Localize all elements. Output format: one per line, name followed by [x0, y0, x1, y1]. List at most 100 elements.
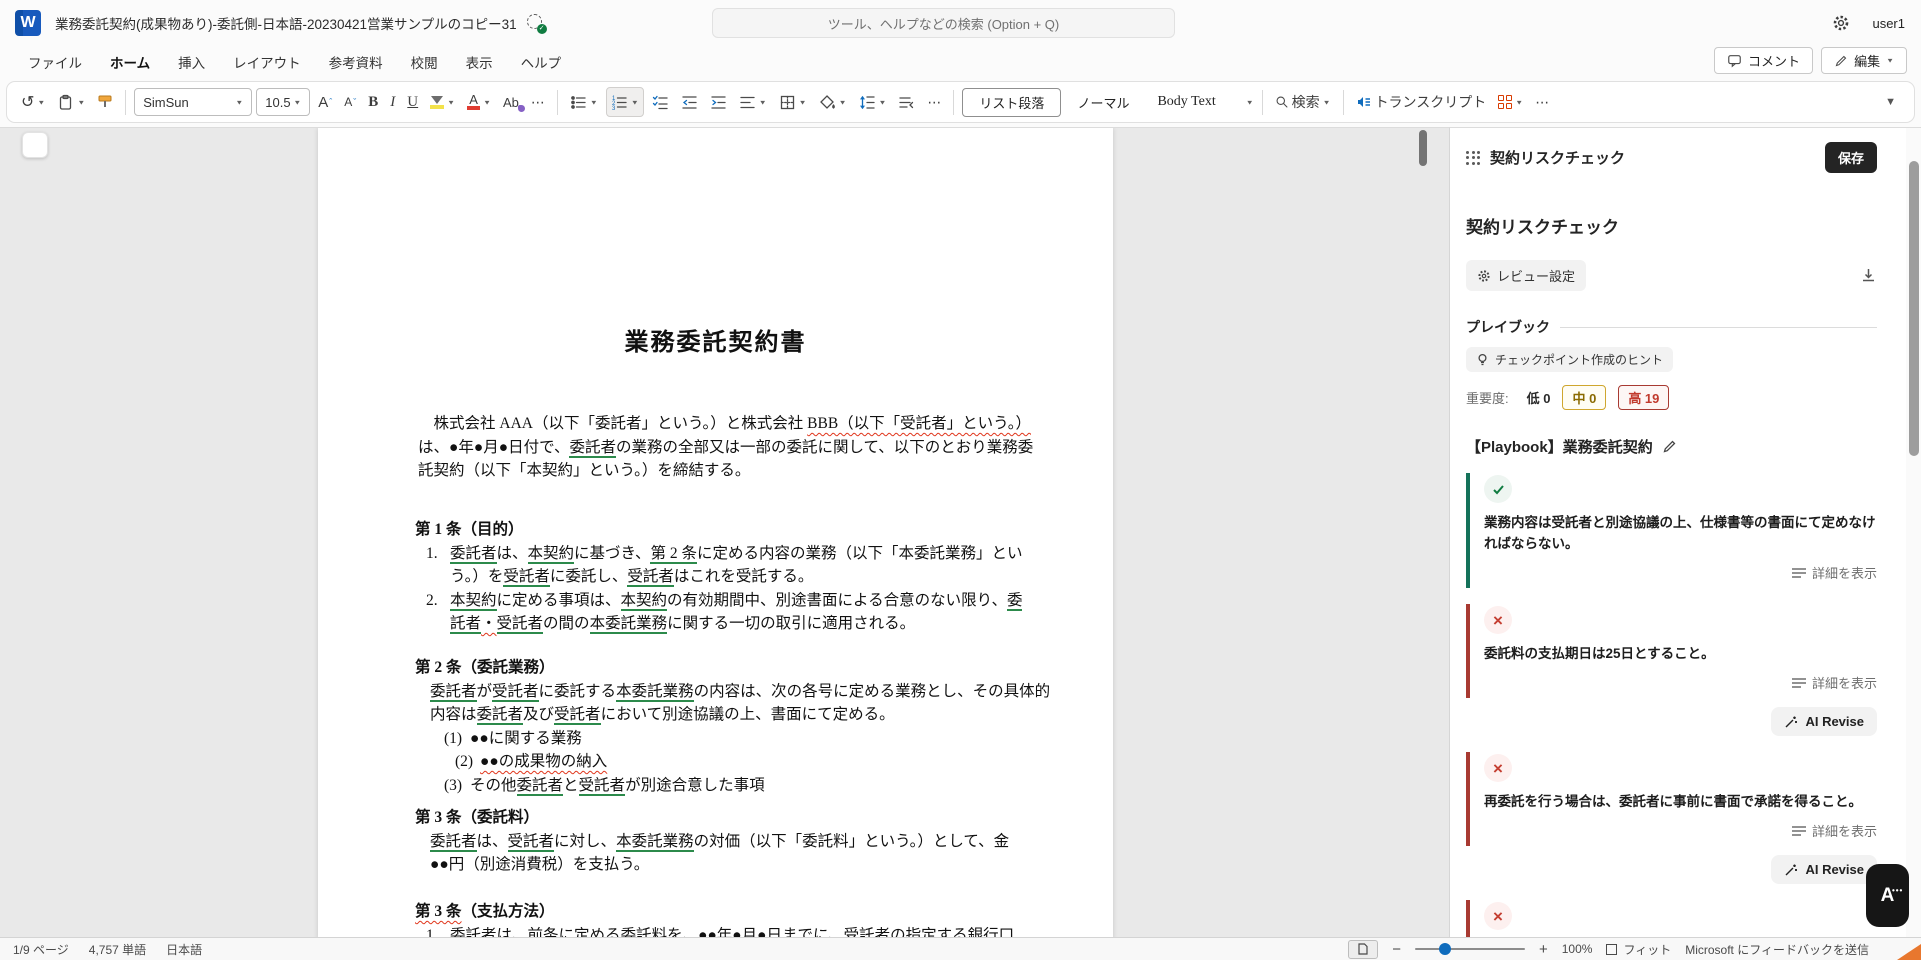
panel-header: 契約リスクチェック 保存 [1466, 142, 1877, 173]
lightbulb-icon [1476, 353, 1489, 366]
divider [1560, 327, 1877, 328]
zoom-slider[interactable] [1415, 948, 1525, 951]
settings-gear-icon[interactable] [1832, 14, 1850, 32]
doc-line: 託契約（以下「本契約」という。）を締結する。 [318, 459, 1113, 483]
bullet-list-button[interactable]: ▼ [566, 87, 602, 117]
ribbon-search-button[interactable]: 検索▼ [1271, 87, 1335, 117]
menu-item-ホーム[interactable]: ホーム [110, 52, 150, 72]
feedback-link[interactable]: Microsoft にフィードバックを送信 [1685, 941, 1869, 958]
numbered-list-icon: 1 2 3 [611, 94, 628, 111]
decrease-indent-icon [681, 94, 698, 111]
alignment-button[interactable]: ▼ [735, 87, 771, 117]
numbered-list-button[interactable]: 1 2 3 ▼ [606, 87, 644, 117]
user-name[interactable]: user1 [1872, 16, 1905, 31]
transcript-button[interactable]: トランスクリプト [1352, 87, 1491, 117]
checklist-button[interactable] [648, 87, 673, 117]
severity-high-count[interactable]: 高 19 [1618, 385, 1669, 410]
panel-scrollbar-thumb[interactable] [1909, 161, 1919, 456]
highlight-button[interactable]: ▼ [426, 87, 459, 117]
collapse-ribbon-chevron[interactable]: ▼ [1885, 96, 1896, 108]
checkpoint-item: × 業務内容は受託者と別途協議の上、仕様書等の書面にて定めなければならない。 詳… [1466, 473, 1877, 588]
ai-assistant-fab[interactable]: A••• [1866, 864, 1909, 927]
check-icon [1492, 483, 1505, 496]
italic-button[interactable]: I [386, 87, 399, 117]
zoom-in-button[interactable]: + [1539, 941, 1548, 958]
edit-mode-button[interactable]: 編集 ▼ [1821, 47, 1907, 74]
language-indicator[interactable]: 日本語 [166, 941, 202, 958]
document-title[interactable]: 業務委託契約(成果物あり)-委託側-日本語-20230421営業サンプルのコピー… [55, 13, 517, 33]
paste-button[interactable]: ▼ [53, 87, 89, 117]
document-page[interactable]: 業務委託契約書 株式会社 AAA（以下「委託者」という。）と株式会社 BBB（以… [318, 128, 1113, 937]
font-name-select[interactable]: SimSun▼ [134, 88, 252, 116]
x-icon: × [1493, 908, 1503, 925]
paragraph-settings-button[interactable] [894, 87, 919, 117]
addins-button[interactable]: ▼ [1494, 87, 1527, 117]
clear-formatting-button[interactable]: Ab [499, 87, 523, 117]
styles-gallery-chevron[interactable]: ▼ [1246, 98, 1254, 105]
shrink-font-button[interactable]: Aˇ [340, 87, 360, 117]
page-count[interactable]: 1/9 ページ [13, 941, 69, 958]
ai-revise-button[interactable]: AI Revise [1771, 855, 1877, 884]
edit-label: 編集 [1854, 51, 1880, 70]
article-heading: 第 1 条（目的） [318, 518, 1113, 542]
fit-button[interactable]: フィット [1606, 941, 1671, 958]
current-style-box[interactable]: リスト段落 [962, 88, 1061, 117]
word-logo-icon[interactable]: W [15, 10, 41, 36]
checkpoint-item: × 委託料の支払期日は25日とすること。 詳細を表示 AI Revise [1466, 604, 1877, 736]
severity-mid-count[interactable]: 中 0 [1562, 385, 1606, 410]
zoom-out-button[interactable]: − [1392, 941, 1401, 958]
doc-line: は、●年●月●日付で、委託者の業務の全部又は一部の委託に関して、以下のとおり業務… [318, 436, 1113, 460]
more-paragraph-options-button[interactable]: ⋯ [923, 87, 945, 117]
ai-revise-button[interactable]: AI Revise [1771, 707, 1877, 736]
menu-item-挿入[interactable]: 挿入 [178, 52, 205, 72]
download-icon[interactable] [1860, 267, 1877, 284]
decrease-indent-button[interactable] [677, 87, 702, 117]
more-ribbon-options-button[interactable]: ⋯ [1531, 87, 1553, 117]
article-heading: 第 3 条（支払方法） [318, 900, 1113, 924]
style-normal-option[interactable]: ノーマル [1065, 93, 1141, 112]
checkpoint-status-icon: × [1484, 606, 1512, 634]
menu-item-表示[interactable]: 表示 [466, 52, 493, 72]
show-details-label: 詳細を表示 [1812, 673, 1877, 692]
document-scrollbar-thumb[interactable] [1419, 130, 1427, 166]
zoom-slider-knob[interactable] [1439, 943, 1451, 955]
underline-button[interactable]: U [403, 87, 422, 117]
menu-item-ファイル[interactable]: ファイル [28, 52, 82, 72]
canvas-corner-button[interactable] [22, 132, 48, 158]
search-input[interactable]: ツール、ヘルプなどの検索 (Option + Q) [712, 8, 1175, 38]
checkpoint-hint-button[interactable]: チェックポイント作成のヒント [1466, 347, 1673, 372]
style-body-text-option[interactable]: Body Text [1145, 94, 1241, 110]
bold-button[interactable]: B [364, 87, 382, 117]
severity-row: 重要度: 低 0 中 0 高 19 [1466, 385, 1877, 410]
show-details-link[interactable]: 詳細を表示 [1484, 821, 1877, 840]
review-settings-button[interactable]: レビュー設定 [1466, 260, 1586, 291]
grow-font-button[interactable]: Aˆ [314, 87, 336, 117]
severity-low-count[interactable]: 低 0 [1527, 388, 1551, 407]
checkpoint-item: × 再委託を行う場合は、委託者に事前に書面で承諾を得ること。 詳細を表示 AI … [1466, 752, 1877, 884]
panel-title: 契約リスクチェック [1490, 147, 1625, 168]
search-icon [1275, 95, 1289, 109]
borders-button[interactable]: ▼ [775, 87, 811, 117]
word-count[interactable]: 4,757 単語 [89, 941, 146, 958]
menu-item-ヘルプ[interactable]: ヘルプ [521, 52, 562, 72]
drag-handle-icon[interactable] [1466, 151, 1480, 165]
shading-button[interactable]: ▼ [815, 87, 851, 117]
zoom-level[interactable]: 100% [1562, 942, 1593, 956]
line-spacing-button[interactable]: ▼ [855, 87, 891, 117]
edit-playbook-pencil-icon[interactable] [1662, 439, 1677, 454]
font-color-button[interactable]: A ▼ [463, 87, 495, 117]
show-details-link[interactable]: 詳細を表示 [1484, 563, 1877, 582]
format-painter-button[interactable] [93, 87, 117, 117]
menu-item-レイアウト[interactable]: レイアウト [233, 52, 301, 72]
undo-button[interactable]: ↺▼ [17, 87, 49, 117]
increase-indent-button[interactable] [706, 87, 731, 117]
menu-item-校閲[interactable]: 校閲 [411, 52, 438, 72]
page-view-button[interactable] [1348, 940, 1378, 959]
font-size-select[interactable]: 10.5▼ [256, 88, 310, 116]
show-details-link[interactable]: 詳細を表示 [1484, 673, 1877, 692]
comments-button[interactable]: コメント [1714, 47, 1813, 74]
save-button[interactable]: 保存 [1825, 142, 1877, 173]
menu-item-参考資料[interactable]: 参考資料 [329, 52, 383, 72]
more-font-options-button[interactable]: ⋯ [527, 87, 549, 117]
contract-risk-panel: 契約リスクチェック 保存 契約リスクチェック レビュー設定 プレイブック [1449, 127, 1921, 937]
